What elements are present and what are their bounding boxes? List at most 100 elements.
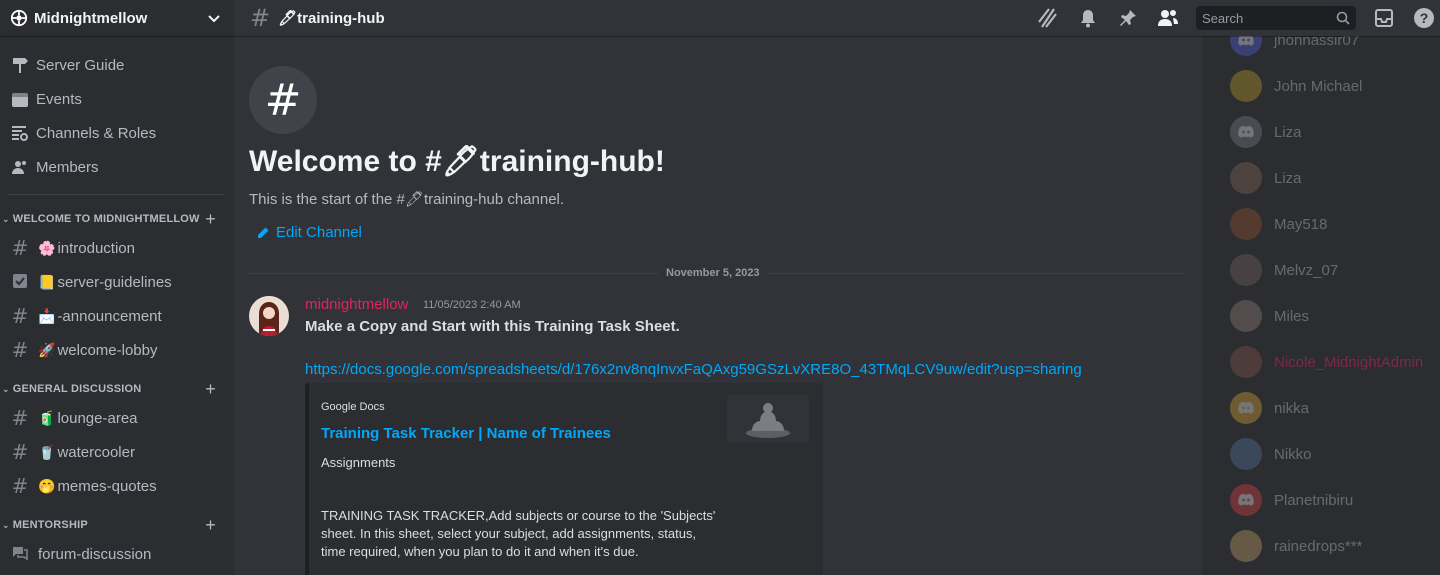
channel-name: server-guidelines (57, 273, 172, 291)
members-icon (10, 157, 30, 177)
message-link[interactable]: https://docs.google.com/spreadsheets/d/1… (305, 361, 1082, 378)
discord-logo-icon (1230, 36, 1262, 56)
hash-icon: # (249, 66, 317, 134)
message-author[interactable]: midnightmellow (305, 296, 408, 313)
member-item[interactable]: Liza (1230, 116, 1302, 148)
help-icon[interactable]: ? (1412, 6, 1436, 30)
category-mentorship[interactable]: ⌄ MENTORSHIP + (0, 513, 234, 537)
embed-title[interactable]: Training Task Tracker | Name of Trainees (321, 425, 611, 442)
avatar (1230, 530, 1262, 562)
nav-label: Server Guide (36, 56, 125, 74)
category-welcome[interactable]: ⌄ WELCOME TO MIDNIGHTMELLOW + (0, 207, 234, 231)
channel-emoji: 🤭 (38, 477, 56, 494)
search-input[interactable]: Search (1196, 6, 1356, 30)
member-item[interactable]: Melvz_07 (1230, 254, 1338, 286)
member-name: John Michael (1274, 77, 1363, 95)
member-item[interactable]: Nicole_MidnightAdmin (1230, 346, 1423, 378)
member-list-icon[interactable] (1156, 6, 1180, 30)
chat-area: # Welcome to #🖊training-hub! This is the… (234, 36, 1202, 575)
scrollbar-track[interactable] (1202, 36, 1214, 575)
add-channel-icon[interactable]: + (205, 210, 216, 228)
channel-emoji: 🚀 (38, 341, 56, 358)
chevron-down-icon[interactable] (206, 10, 222, 26)
inbox-icon[interactable] (1372, 6, 1396, 30)
channel-introduction[interactable]: # 🌸 introduction (0, 231, 234, 265)
guide-nav: Server Guide Events Channels & Roles Mem… (0, 36, 234, 184)
server-header[interactable]: Midnightmellow (0, 0, 234, 36)
chevron-down-icon: ⌄ (2, 519, 10, 530)
channel-memes-quotes[interactable]: # 🤭 memes-quotes (0, 469, 234, 503)
bell-icon[interactable] (1076, 6, 1100, 30)
signpost-icon (10, 55, 30, 75)
message-content: Make a Copy and Start with this Training… (305, 318, 680, 335)
server-icon (10, 9, 28, 27)
member-item[interactable]: John Michael (1230, 70, 1362, 102)
channel-announcement[interactable]: # 📩 -announcement (0, 299, 234, 333)
channel-emoji: 📩 (38, 307, 56, 324)
member-item[interactable]: nikka (1230, 392, 1309, 424)
member-name: May518 (1274, 215, 1328, 233)
date-divider-label: November 5, 2023 (658, 267, 768, 279)
avatar[interactable] (249, 296, 289, 336)
channel-forum-discussion[interactable]: forum-discussion (0, 537, 234, 571)
member-item[interactable]: Liza (1230, 162, 1302, 194)
welcome-subtitle: This is the start of the #🖊training-hub … (249, 191, 565, 208)
nav-label: Channels & Roles (36, 124, 157, 142)
channel-watercooler[interactable]: # 🥤 watercooler (0, 435, 234, 469)
channel-server-guidelines[interactable]: 📒 server-guidelines (0, 265, 234, 299)
channel-welcome-lobby[interactable]: # 🚀 welcome-lobby (0, 333, 234, 367)
message-timestamp: 11/05/2023 2:40 AM (423, 299, 521, 311)
svg-text:?: ? (1420, 10, 1429, 26)
avatar (1230, 300, 1262, 332)
edit-channel-link[interactable]: Edit Channel (256, 224, 362, 241)
embed-description: Assignments (321, 455, 396, 470)
category-name: MENTORSHIP (12, 519, 88, 531)
add-channel-icon[interactable]: + (205, 380, 216, 398)
member-item[interactable]: Miles (1230, 300, 1309, 332)
channel-lounge-area[interactable]: # 🧃 lounge-area (0, 401, 234, 435)
nav-events[interactable]: Events (0, 82, 234, 116)
member-item[interactable]: rainedrops*** (1230, 530, 1362, 562)
embed-thumbnail[interactable] (727, 395, 809, 443)
member-item[interactable]: Nikko (1230, 438, 1312, 470)
discord-logo-icon (1230, 392, 1262, 424)
add-channel-icon[interactable]: + (205, 516, 216, 534)
member-name: Nikko (1274, 445, 1312, 463)
nav-members[interactable]: Members (0, 150, 234, 184)
channel-header: # 🖊training-hub Search ? (234, 0, 1440, 36)
member-item[interactable]: jhonnassir07 (1230, 36, 1359, 56)
pin-icon[interactable] (1116, 6, 1140, 30)
channel-name: lounge-area (57, 409, 138, 427)
avatar-image (249, 296, 289, 336)
nav-label: Members (36, 158, 99, 176)
nav-channels-roles[interactable]: Channels & Roles (0, 116, 234, 150)
hash-icon: # (11, 474, 29, 498)
channel-name: -announcement (57, 307, 162, 325)
category-general-discussion[interactable]: ⌄ GENERAL DISCUSSION + (0, 377, 234, 401)
avatar (1230, 438, 1262, 470)
hash-icon: # (11, 304, 29, 328)
member-name: Planetnibiru (1274, 491, 1354, 509)
server-name: Midnightmellow (34, 9, 148, 27)
calendar-icon (10, 89, 30, 109)
channel-name: welcome-lobby (57, 341, 158, 359)
channel-emoji: 🥤 (38, 443, 56, 460)
member-list: jhonnassir07 John Michael Liza Liza May518 Me… (1214, 36, 1440, 575)
member-name: Liza (1274, 123, 1302, 141)
nav-server-guide[interactable]: Server Guide (0, 48, 234, 82)
avatar (1230, 70, 1262, 102)
channel-emoji: 🌸 (38, 239, 56, 256)
member-name: Melvz_07 (1274, 261, 1339, 279)
member-item[interactable]: May518 (1230, 208, 1327, 240)
avatar (1230, 346, 1262, 378)
sidebar-divider (8, 194, 224, 195)
edit-channel-label: Edit Channel (276, 224, 362, 241)
threads-icon[interactable] (1036, 6, 1060, 30)
channel-name: forum-discussion (38, 545, 152, 563)
member-name: Nicole_MidnightAdmin (1274, 353, 1424, 371)
welcome-title: Welcome to #🖊training-hub! (249, 145, 665, 178)
avatar (1230, 208, 1262, 240)
sheet-thumbnail-icon (746, 403, 790, 438)
channel-emoji: 📒 (38, 273, 56, 290)
member-item[interactable]: Planetnibiru (1230, 484, 1353, 516)
